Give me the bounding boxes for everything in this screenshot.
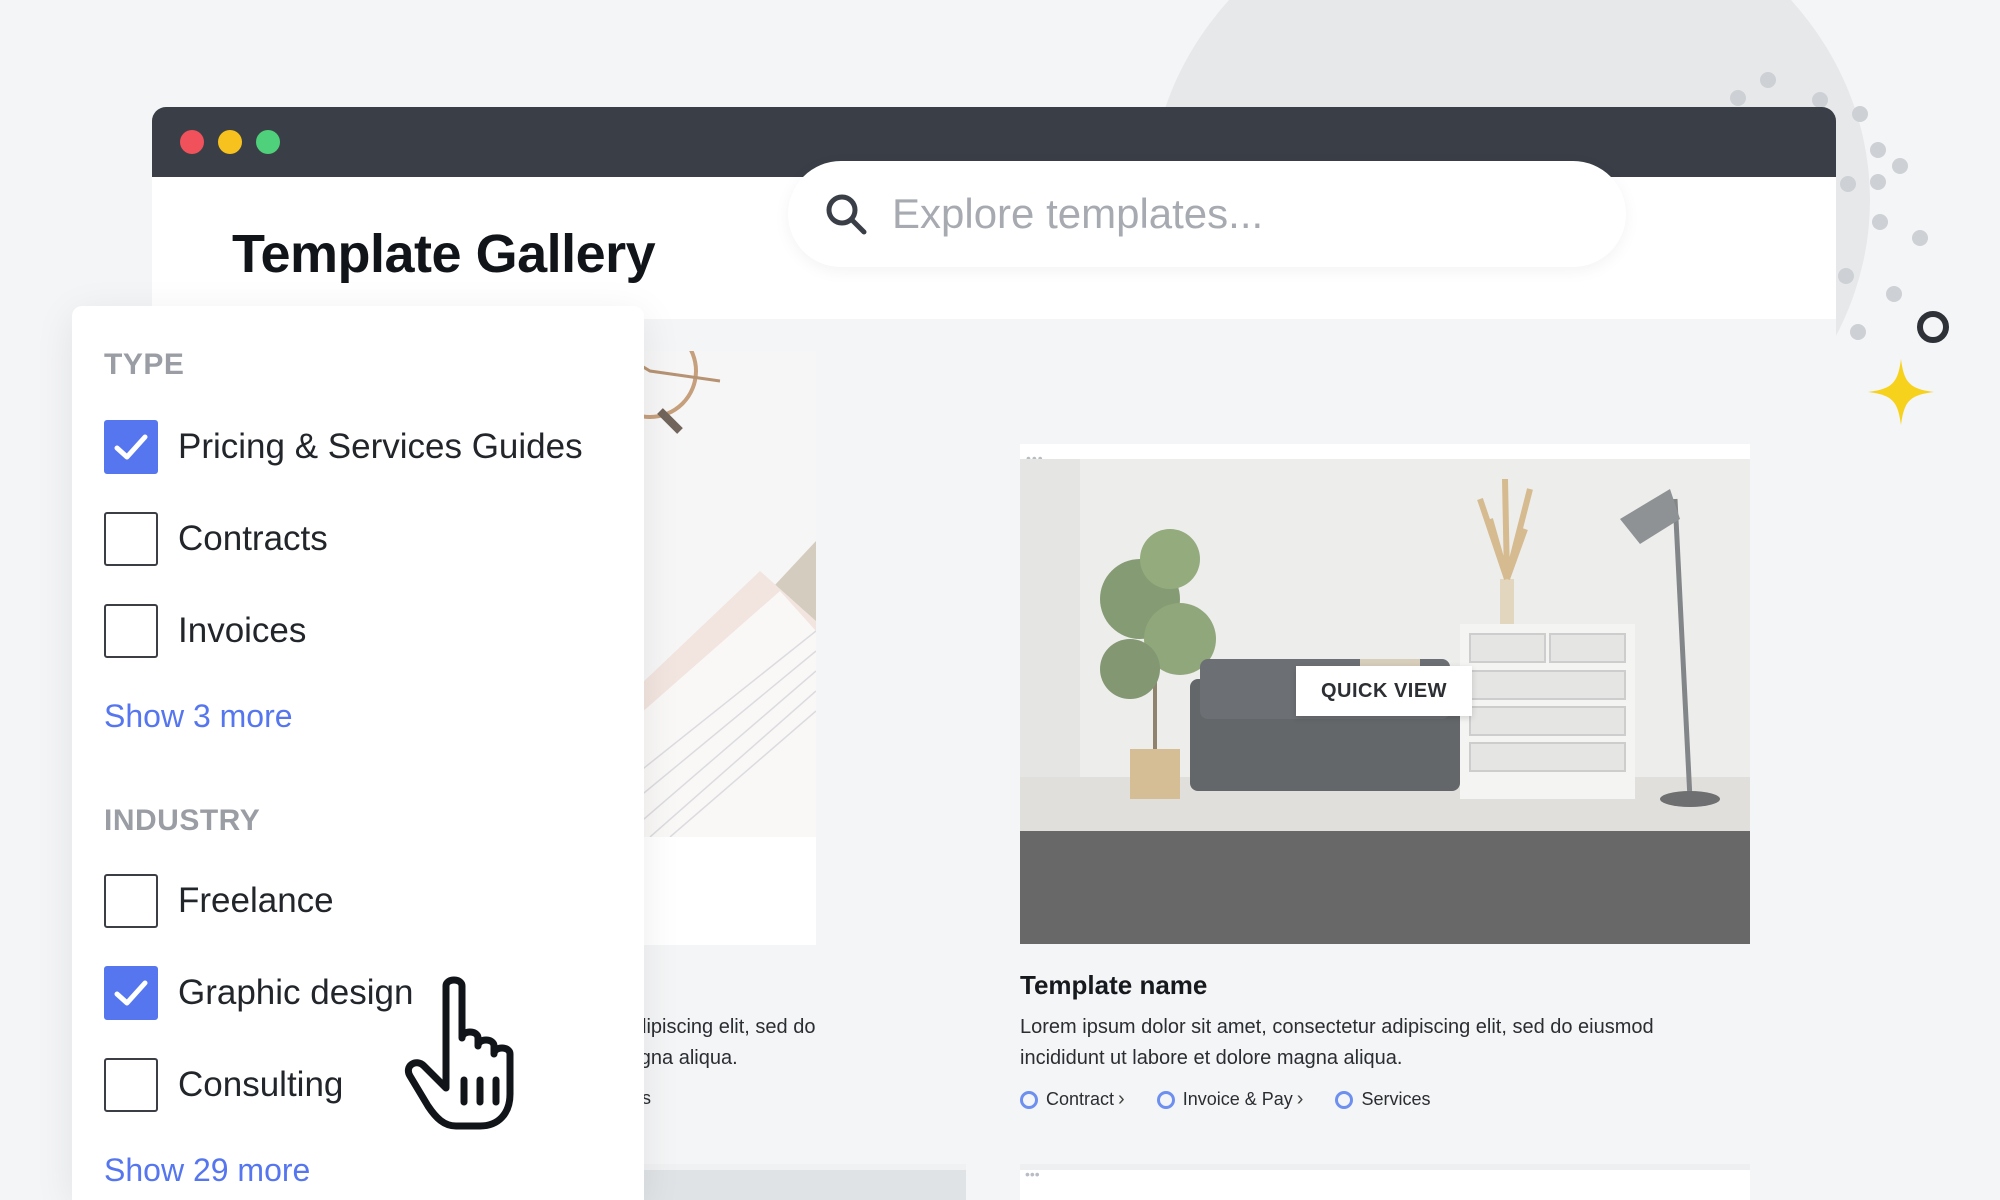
- checkbox-label: Consulting: [178, 1065, 344, 1104]
- checkbox-label: Contracts: [178, 519, 328, 558]
- decor-dot: [1852, 106, 1868, 122]
- filter-heading-type: TYPE: [104, 348, 185, 381]
- decor-dot: [1892, 158, 1908, 174]
- decor-dot: [1912, 230, 1928, 246]
- quick-view-button[interactable]: QUICK VIEW: [1296, 666, 1472, 716]
- tag-label: Invoice & Pay: [1182, 1089, 1293, 1109]
- page-title: Template Gallery: [232, 224, 656, 284]
- search-bar[interactable]: [788, 161, 1626, 267]
- checkmark-icon: [114, 434, 148, 460]
- checkbox-label: Invoices: [178, 611, 307, 650]
- maximize-window-button[interactable]: [256, 130, 280, 154]
- tag-ring-icon: [1020, 1090, 1038, 1109]
- template-description: Lorem ipsum dolor sit amet, consectetur …: [1020, 1016, 1654, 1069]
- filter-option-consulting[interactable]: Consulting: [104, 1058, 343, 1112]
- template-description: r adipiscing elit, sed do magna aliqua.: [612, 1012, 912, 1074]
- template-card[interactable]: [640, 1164, 966, 1200]
- chevron-right-icon: ›: [1118, 1088, 1125, 1110]
- search-icon: [826, 194, 867, 235]
- checkbox[interactable]: [104, 512, 158, 566]
- sparkle-icon: [1868, 359, 1934, 425]
- chevron-right-icon: ›: [1296, 1088, 1304, 1110]
- show-more-type-link[interactable]: Show 3 more: [104, 698, 293, 735]
- decor-dot: [1730, 90, 1746, 106]
- filter-option-invoices[interactable]: Invoices: [104, 604, 306, 658]
- tag-contract[interactable]: Contract ›: [1020, 1088, 1143, 1111]
- ring-icon: [1917, 311, 1949, 343]
- filter-option-contracts[interactable]: Contracts: [104, 512, 328, 566]
- filter-panel: TYPE Pricing & Services Guides Contracts…: [72, 306, 644, 1200]
- decor-dot: [1870, 142, 1886, 158]
- template-card[interactable]: [1020, 1164, 1750, 1200]
- decor-dot: [1838, 268, 1854, 284]
- description-line: r adipiscing elit, sed do: [612, 1016, 816, 1038]
- checkbox-label: Freelance: [178, 881, 334, 920]
- hand-pointer-icon: [405, 976, 514, 1130]
- decor-dot: [1840, 176, 1856, 192]
- decor-dot: [1760, 72, 1776, 88]
- tag-label: Contract: [1046, 1089, 1115, 1109]
- search-input[interactable]: [892, 190, 1592, 238]
- description-line: magna aliqua.: [612, 1047, 738, 1069]
- decor-dot: [1872, 214, 1888, 230]
- template-title[interactable]: Template name: [1020, 970, 1207, 1001]
- tag-services[interactable]: Services: [1335, 1089, 1430, 1110]
- template-thumbnail: [1020, 459, 1750, 831]
- tag-invoice-pay[interactable]: Invoice & Pay ›: [1156, 1088, 1322, 1111]
- close-window-button[interactable]: [180, 130, 204, 154]
- checkbox[interactable]: [104, 966, 158, 1020]
- filter-option-pricing-services-guides[interactable]: Pricing & Services Guides: [104, 420, 583, 474]
- checkbox[interactable]: [104, 1058, 158, 1112]
- checkmark-icon: [114, 980, 148, 1006]
- checkbox-label: Graphic design: [178, 973, 414, 1012]
- filter-option-freelance[interactable]: Freelance: [104, 874, 334, 928]
- checkbox[interactable]: [104, 874, 158, 928]
- decor-dot: [1812, 92, 1828, 108]
- tag-ring-icon: [1156, 1090, 1175, 1109]
- decor-dot: [1870, 174, 1886, 190]
- tag-label: Services: [1361, 1089, 1431, 1109]
- template-tags: Contract › Invoice & Pay › Services: [1020, 1088, 1444, 1111]
- checkbox[interactable]: [104, 604, 158, 658]
- decor-dot: [1850, 324, 1866, 340]
- card-drag-handle: •••: [1025, 1166, 1040, 1182]
- filter-heading-industry: INDUSTRY: [104, 804, 261, 837]
- show-more-industry-link[interactable]: Show 29 more: [104, 1152, 310, 1189]
- decor-dot: [1886, 286, 1902, 302]
- checkbox[interactable]: [104, 420, 158, 474]
- filter-option-graphic-design[interactable]: Graphic design: [104, 966, 413, 1020]
- minimize-window-button[interactable]: [218, 130, 242, 154]
- tag-ring-icon: [1335, 1090, 1354, 1109]
- template-preview-footer: [1020, 831, 1750, 944]
- checkbox-label: Pricing & Services Guides: [178, 427, 583, 466]
